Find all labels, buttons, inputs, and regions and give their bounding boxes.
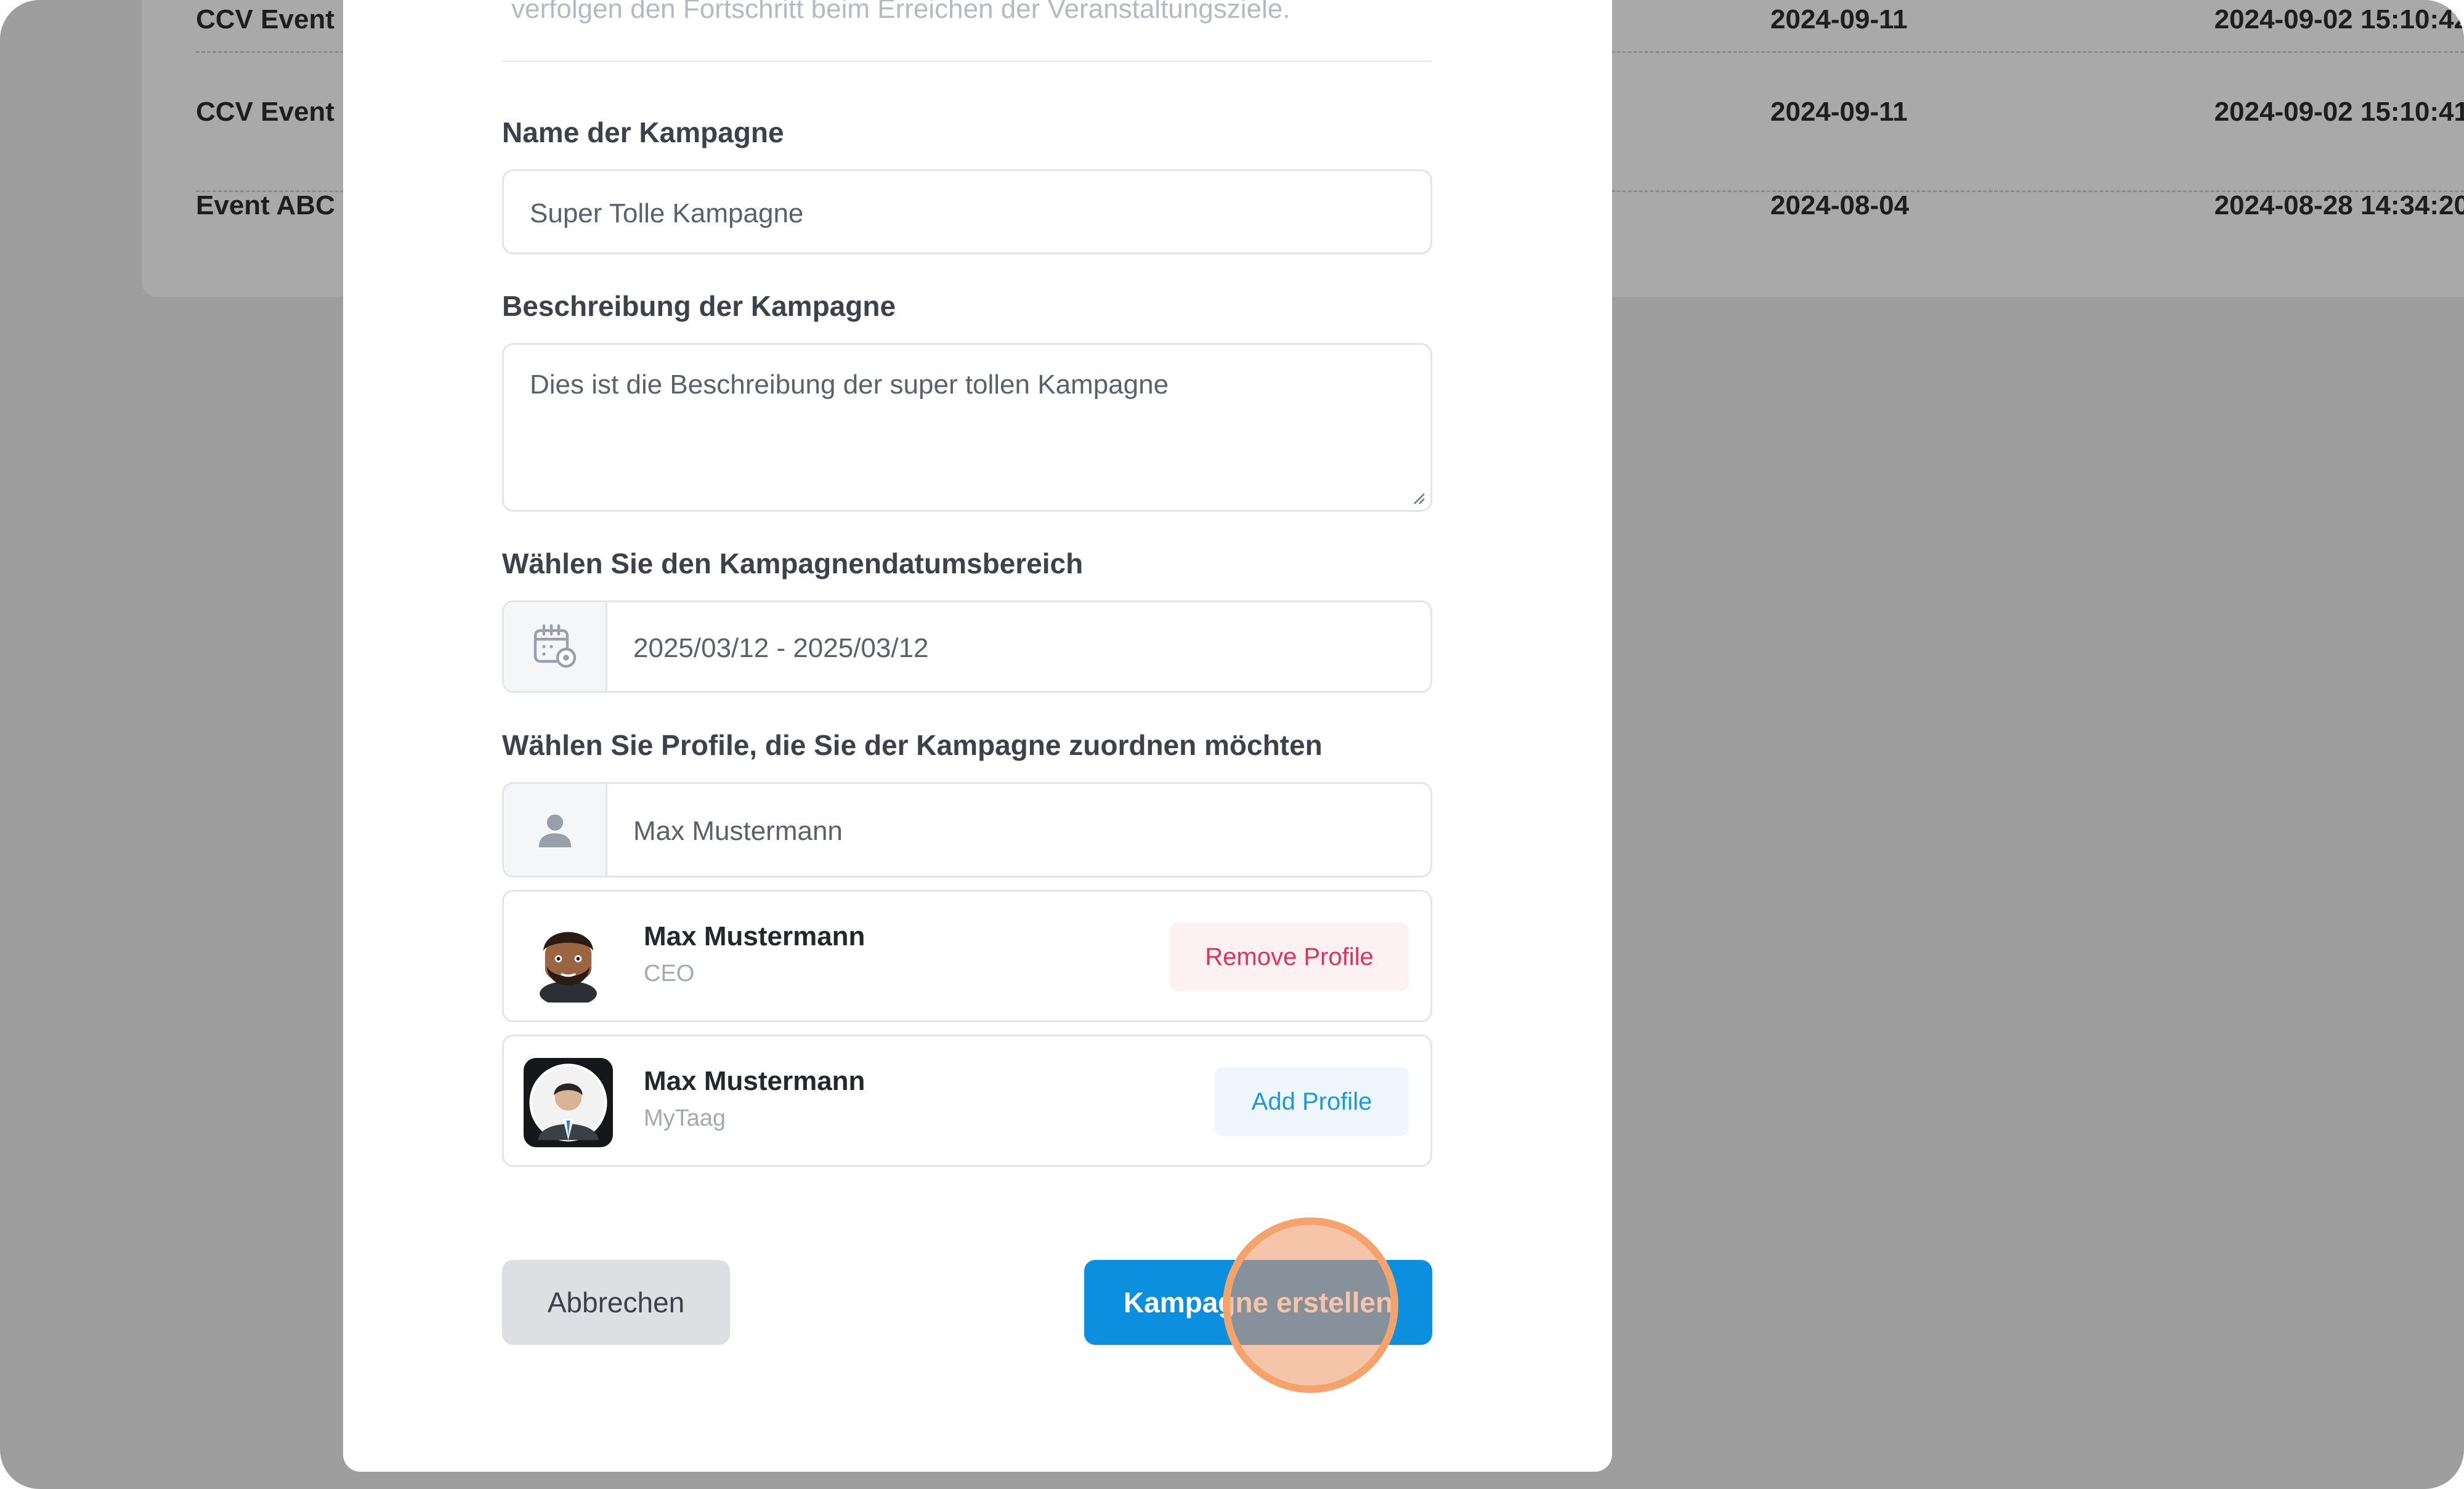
campaign-description-value: Dies ist die Beschreibung der super toll… [530,369,1169,400]
campaign-name-label: Name der Kampagne [502,116,784,148]
modal-divider [502,60,1432,62]
event-name-cell: CCV Event [196,97,334,127]
event-created-cell: 2024-09-02 15:10:42 [2214,4,2464,34]
modal-intro-text: verfolgen den Fortschritt beim Erreichen… [511,0,1291,24]
resize-handle-icon[interactable] [1411,490,1425,505]
profile-search-value: Max Mustermann [633,816,843,846]
profiles-label: Wählen Sie Profile, die Sie der Kampagne… [502,729,1323,761]
event-created-cell: 2024-08-28 14:34:20 [2214,190,2464,220]
date-range-value: 2025/03/12 - 2025/03/12 [633,633,929,663]
profile-card: Max Mustermann MyTaag Add Profile [502,1035,1432,1167]
date-range-picker[interactable]: 2025/03/12 - 2025/03/12 [502,600,1432,693]
screen: CCV Event 2024-09-11 2024-09-02 15:10:42… [0,0,2464,1489]
click-indicator [1223,1217,1398,1393]
profile-role: MyTaag [644,1105,726,1131]
user-icon [538,814,571,847]
profile-name: Max Mustermann [644,921,865,951]
calendar-icon [533,624,576,668]
cancel-button[interactable]: Abbrechen [502,1260,730,1345]
profile-name: Max Mustermann [644,1066,865,1096]
event-date-cell: 2024-08-04 [1770,190,1910,220]
campaign-name-value: Super Tolle Kampagne [530,198,804,228]
profile-addon [504,784,607,876]
campaign-name-input[interactable]: Super Tolle Kampagne [502,169,1432,254]
event-created-cell: 2024-09-02 15:10:41 [2214,97,2464,127]
add-profile-button[interactable]: Add Profile [1215,1067,1409,1136]
profile-role: CEO [644,961,695,987]
event-date-cell: 2024-09-11 [1770,97,1908,127]
campaign-description-label: Beschreibung der Kampagne [502,290,896,322]
campaign-description-textarea[interactable]: Dies ist die Beschreibung der super toll… [502,343,1432,512]
event-date-cell: 2024-09-11 [1770,4,1908,34]
profile-search-input[interactable]: Max Mustermann [502,782,1432,878]
date-range-label: Wählen Sie den Kampagnendatumsbereich [502,547,1084,579]
date-addon [504,602,607,691]
profile-card: Max Mustermann CEO Remove Profile [502,890,1432,1022]
event-name-cell: CCV Event [196,4,334,34]
business-man-avatar-icon [524,1058,613,1147]
remove-profile-button[interactable]: Remove Profile [1170,922,1409,991]
memoji-avatar-icon [540,932,597,1003]
event-name-cell: Event ABC [196,190,335,220]
